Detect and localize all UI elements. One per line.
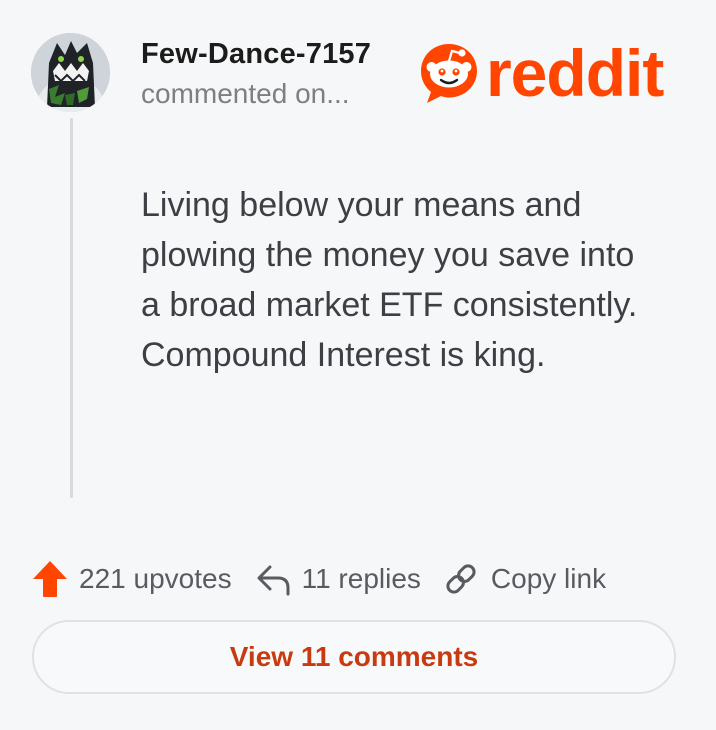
username[interactable]: Few-Dance-7157: [141, 38, 371, 71]
reply-count: 11 replies: [301, 563, 421, 594]
upvote-count: 221 upvotes: [79, 563, 232, 594]
commented-on-label: commented on...: [141, 78, 350, 109]
reddit-logo: reddit: [418, 36, 664, 110]
thread-line: [70, 118, 73, 498]
comment-body: Living below your means and plowing the …: [141, 186, 638, 374]
dragon-avatar-icon: [31, 33, 110, 112]
link-icon: [446, 564, 476, 594]
comment-actions: 221 upvotes 11 replies Copy link: [31, 556, 606, 602]
upvote-arrow-icon: [33, 561, 67, 597]
copy-link-button[interactable]: Copy link: [443, 561, 606, 597]
view-comments-label: View 11 comments: [229, 641, 479, 672]
copy-link-label: Copy link: [490, 563, 607, 594]
user-avatar[interactable]: [31, 33, 110, 112]
view-comments-button[interactable]: View 11 comments: [32, 620, 676, 694]
reply-button[interactable]: 11 replies: [254, 559, 421, 599]
upvote-button[interactable]: 221 upvotes: [31, 559, 232, 599]
reddit-wordmark: reddit: [486, 36, 664, 110]
reddit-snoo-icon: [421, 44, 477, 103]
reply-arrow-icon: [257, 565, 290, 596]
